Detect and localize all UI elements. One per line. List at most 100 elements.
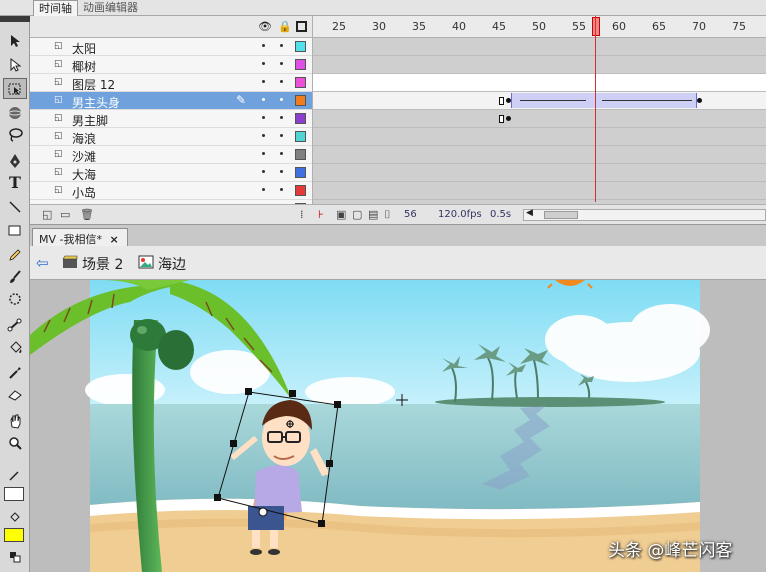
- lock-dot[interactable]: [280, 44, 283, 47]
- scrollbar-thumb[interactable]: [544, 211, 578, 219]
- layer-row-selected[interactable]: ◱ 男主头身 ✎: [30, 92, 312, 110]
- outline-color-box[interactable]: [295, 113, 306, 124]
- eraser-tool-icon[interactable]: [3, 384, 27, 405]
- frame-row[interactable]: [313, 38, 766, 56]
- visibility-dot[interactable]: [262, 44, 265, 47]
- frame-row-selected[interactable]: [313, 92, 766, 110]
- lock-icon[interactable]: 🔒: [278, 20, 292, 33]
- stroke-color-icon[interactable]: [3, 464, 27, 485]
- tab-timeline[interactable]: 时间轴: [33, 0, 78, 16]
- keyframe[interactable]: [697, 98, 702, 103]
- layer-row[interactable]: ◱ 大海: [30, 164, 312, 182]
- deco-tool-icon[interactable]: [3, 288, 27, 309]
- center-frame-icon[interactable]: ⊦: [318, 208, 324, 221]
- visibility-dot[interactable]: [262, 134, 265, 137]
- stroke-color-swatch[interactable]: [4, 487, 24, 501]
- outline-color-box[interactable]: [295, 185, 306, 196]
- lasso-tool-icon[interactable]: [3, 124, 27, 145]
- new-layer-icon[interactable]: ◱: [42, 208, 52, 221]
- subselection-tool-icon[interactable]: [3, 54, 27, 75]
- outline-color-box[interactable]: [295, 95, 306, 106]
- frame-row[interactable]: [313, 146, 766, 164]
- outline-color-box[interactable]: [295, 149, 306, 160]
- visibility-dot[interactable]: [262, 188, 265, 191]
- outline-color-box[interactable]: [295, 77, 306, 88]
- empty-keyframe[interactable]: [499, 115, 504, 123]
- tab-motion-editor[interactable]: 动画编辑器: [78, 0, 143, 16]
- layer-row[interactable]: ◱ 男主脚: [30, 110, 312, 128]
- rectangle-tool-icon[interactable]: [3, 220, 27, 241]
- eyedropper-tool-icon[interactable]: [3, 362, 27, 383]
- onion-skin-icon[interactable]: ▣: [336, 208, 346, 221]
- onion-outline-icon[interactable]: ▢: [352, 208, 362, 221]
- brush-tool-icon[interactable]: [3, 266, 27, 287]
- lock-dot[interactable]: [280, 170, 283, 173]
- timeline-scrollbar[interactable]: ◀: [523, 208, 766, 221]
- text-tool-icon[interactable]: T: [3, 172, 27, 193]
- lock-dot[interactable]: [280, 152, 283, 155]
- outline-color-box[interactable]: [295, 59, 306, 70]
- line-tool-icon[interactable]: [3, 196, 27, 217]
- back-arrow-icon[interactable]: ⇦: [36, 254, 49, 272]
- outline-icon[interactable]: [296, 21, 307, 32]
- lock-dot[interactable]: [280, 62, 283, 65]
- scroll-left-icon[interactable]: ◀: [526, 208, 533, 218]
- selection-tool-icon[interactable]: [3, 30, 27, 51]
- frame-row[interactable]: [313, 110, 766, 128]
- visibility-dot[interactable]: [262, 170, 265, 173]
- bone-tool-icon[interactable]: [3, 314, 27, 335]
- motion-tween-span[interactable]: [511, 93, 697, 108]
- fill-color-swatch[interactable]: [4, 528, 24, 542]
- outline-color-box[interactable]: [295, 167, 306, 178]
- visibility-dot[interactable]: [262, 152, 265, 155]
- paint-bucket-tool-icon[interactable]: [3, 338, 27, 359]
- delete-layer-icon[interactable]: 🗑: [80, 208, 94, 221]
- layer-row[interactable]: ◱ 沙滩: [30, 146, 312, 164]
- breadcrumb-symbol[interactable]: 海边: [158, 254, 186, 274]
- frame-row[interactable]: [313, 74, 766, 92]
- fill-color-icon[interactable]: [3, 506, 27, 527]
- pen-tool-icon[interactable]: [3, 150, 27, 171]
- frame-ruler[interactable]: 25 30 35 40 45 50 55 60 65 70 75: [312, 16, 766, 38]
- new-folder-icon[interactable]: ▭: [60, 208, 70, 221]
- frame-row[interactable]: [313, 182, 766, 200]
- free-transform-tool-icon[interactable]: [3, 78, 27, 99]
- frame-rate[interactable]: 120.0fps: [438, 209, 482, 220]
- lock-dot[interactable]: [280, 116, 283, 119]
- frame-row[interactable]: [313, 164, 766, 182]
- layer-row[interactable]: ◱ 小岛: [30, 182, 312, 200]
- layer-row[interactable]: ◱ 海浪: [30, 128, 312, 146]
- frame-row[interactable]: [313, 128, 766, 146]
- scroll-to-playhead-icon[interactable]: ⁞: [300, 208, 304, 221]
- outline-color-box[interactable]: [295, 41, 306, 52]
- playhead-handle[interactable]: [592, 17, 600, 36]
- visibility-dot[interactable]: [262, 116, 265, 119]
- layer-row[interactable]: ◱ 椰树: [30, 56, 312, 74]
- lock-dot[interactable]: [280, 188, 283, 191]
- visibility-dot[interactable]: [262, 98, 265, 101]
- layer-row[interactable]: ◱ 图层 12: [30, 74, 312, 92]
- 3d-rotation-tool-icon[interactable]: [3, 102, 27, 123]
- modify-onion-markers-icon[interactable]: ⌷: [384, 208, 391, 222]
- lock-dot[interactable]: [280, 134, 283, 137]
- visibility-dot[interactable]: [262, 62, 265, 65]
- lock-dot[interactable]: [280, 80, 283, 83]
- visibility-dot[interactable]: [262, 80, 265, 83]
- pencil-tool-icon[interactable]: [3, 244, 27, 265]
- layer-row[interactable]: ◱ 太阳: [30, 38, 312, 56]
- lock-dot[interactable]: [280, 98, 283, 101]
- edit-multiple-frames-icon[interactable]: ▤: [368, 208, 378, 221]
- keyframe[interactable]: [506, 116, 511, 121]
- swap-colors-icon[interactable]: [3, 546, 27, 567]
- zoom-tool-icon[interactable]: [3, 432, 27, 453]
- hand-tool-icon[interactable]: [3, 410, 27, 431]
- frame-row[interactable]: [313, 56, 766, 74]
- frames-grid[interactable]: [312, 38, 766, 204]
- close-tab-icon[interactable]: ×: [109, 233, 118, 246]
- eye-icon[interactable]: 👁: [258, 20, 272, 33]
- stage-canvas[interactable]: [30, 280, 766, 572]
- stage[interactable]: [30, 280, 766, 572]
- breadcrumb-scene[interactable]: 场景 2: [82, 254, 123, 274]
- empty-keyframe[interactable]: [499, 97, 504, 105]
- outline-color-box[interactable]: [295, 131, 306, 142]
